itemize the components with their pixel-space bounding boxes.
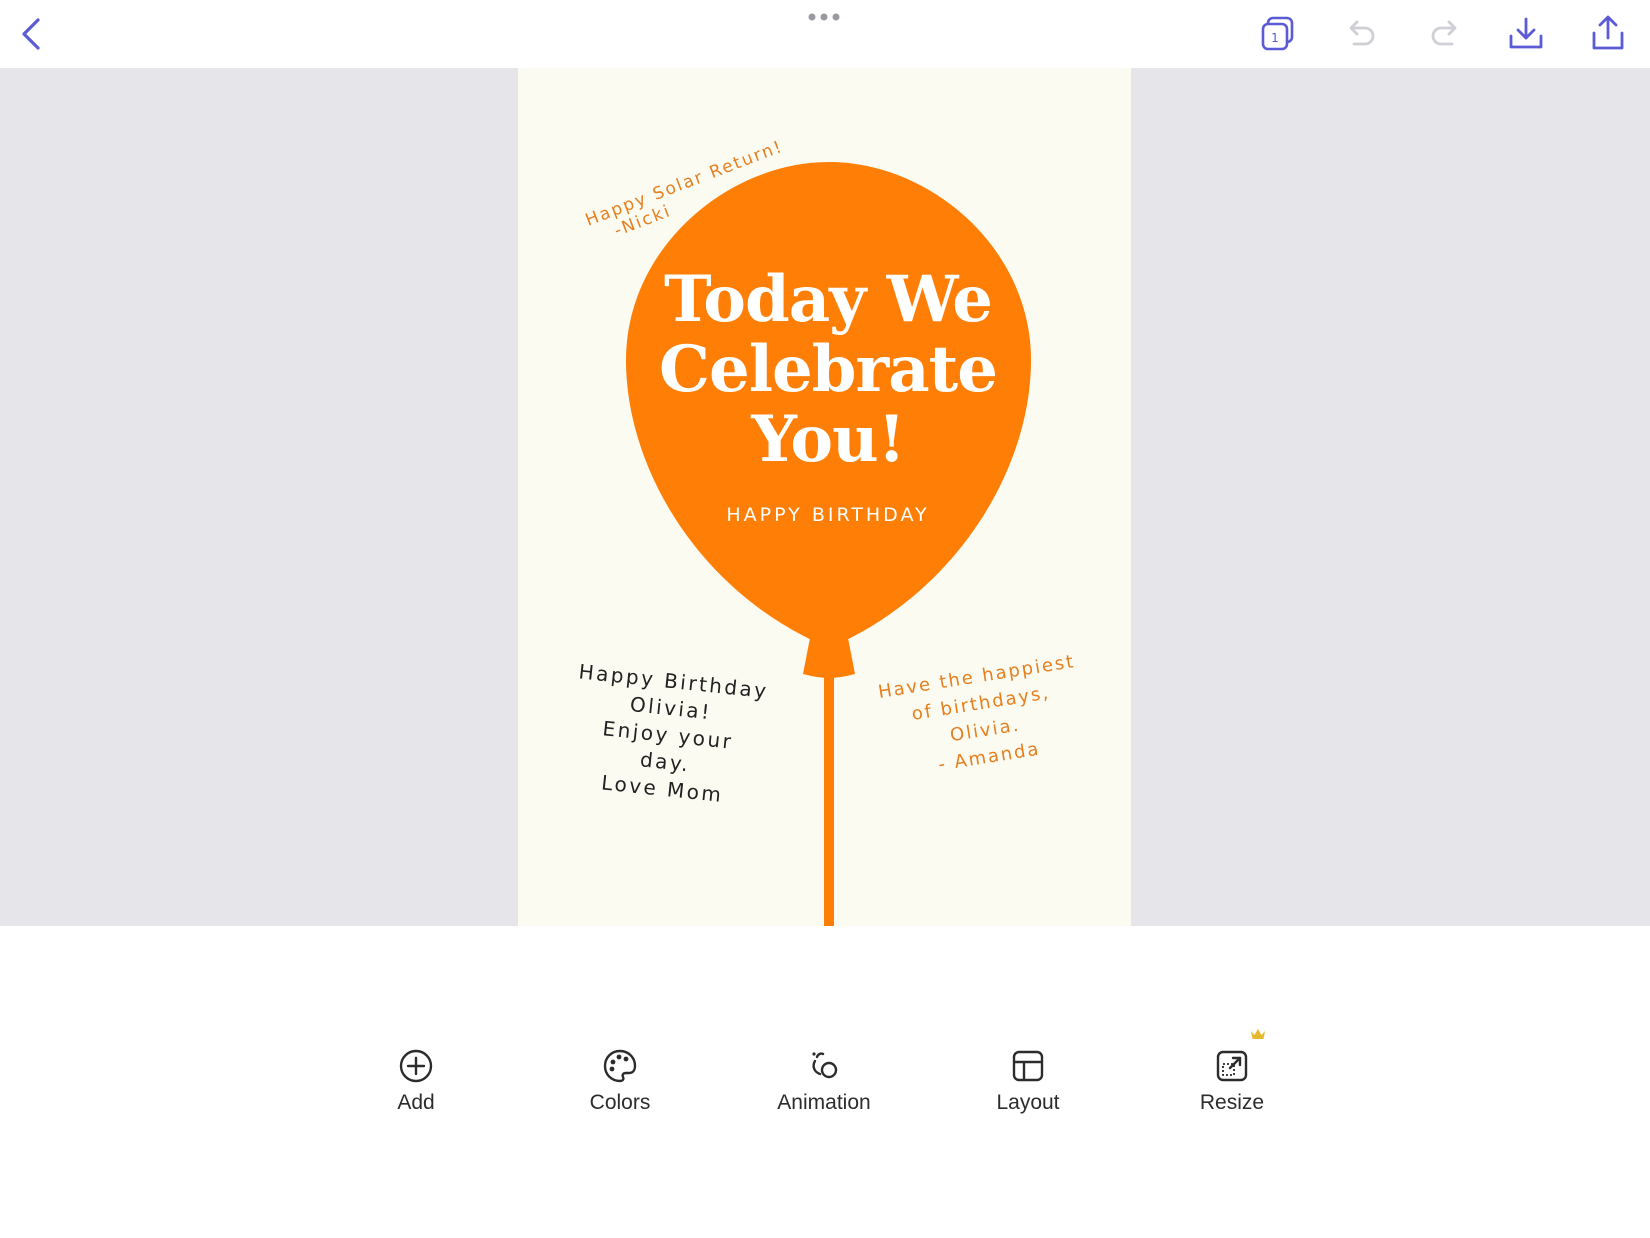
colors-label: Colors — [589, 1091, 651, 1114]
undo-button[interactable] — [1340, 14, 1380, 54]
design-card[interactable]: Today We Celebrate You! HAPPY BIRTHDAY H… — [518, 68, 1131, 926]
palette-icon — [603, 1049, 637, 1083]
animation-label: Animation — [777, 1091, 871, 1114]
share-icon — [1592, 15, 1624, 50]
redo-icon — [1431, 20, 1457, 46]
layout-icon — [1012, 1050, 1044, 1082]
layout-label: Layout — [996, 1091, 1060, 1114]
add-label: Add — [397, 1091, 435, 1114]
premium-crown-icon — [1251, 1029, 1265, 1039]
title-line: Today We — [663, 262, 993, 337]
card-subtitle[interactable]: HAPPY BIRTHDAY — [658, 504, 998, 526]
title-line: Celebrate — [659, 332, 998, 407]
bottom-toolbar: Add Colors Animation Layout Resize — [0, 926, 1650, 1238]
undo-icon — [1349, 20, 1375, 46]
pages-button[interactable]: 1 — [1258, 14, 1298, 54]
pages-count: 1 — [1271, 31, 1279, 45]
animation-button[interactable]: Animation — [754, 1048, 894, 1138]
more-dots-icon — [808, 13, 840, 21]
download-icon — [1509, 17, 1543, 49]
resize-button[interactable]: Resize — [1162, 1048, 1302, 1138]
add-button[interactable]: Add — [346, 1048, 486, 1138]
card-title[interactable]: Today We Celebrate You! — [618, 265, 1038, 475]
note-mom[interactable]: Happy Birthday Olivia! Enjoy your day. L… — [561, 658, 774, 813]
redo-button[interactable] — [1426, 14, 1466, 54]
resize-label: Resize — [1199, 1091, 1265, 1114]
top-bar: 1 — [0, 0, 1650, 68]
plus-circle-icon — [399, 1049, 433, 1083]
layout-button[interactable]: Layout — [958, 1048, 1098, 1138]
back-button[interactable] — [14, 14, 50, 54]
download-button[interactable] — [1506, 14, 1546, 54]
title-line: You! — [751, 402, 905, 477]
share-button[interactable] — [1588, 14, 1628, 54]
resize-icon — [1216, 1050, 1248, 1082]
animation-icon — [812, 1052, 838, 1079]
colors-button[interactable]: Colors — [550, 1048, 690, 1138]
more-options-button[interactable] — [806, 10, 846, 22]
pages-icon: 1 — [1261, 16, 1294, 51]
chevron-left-icon — [22, 18, 40, 50]
